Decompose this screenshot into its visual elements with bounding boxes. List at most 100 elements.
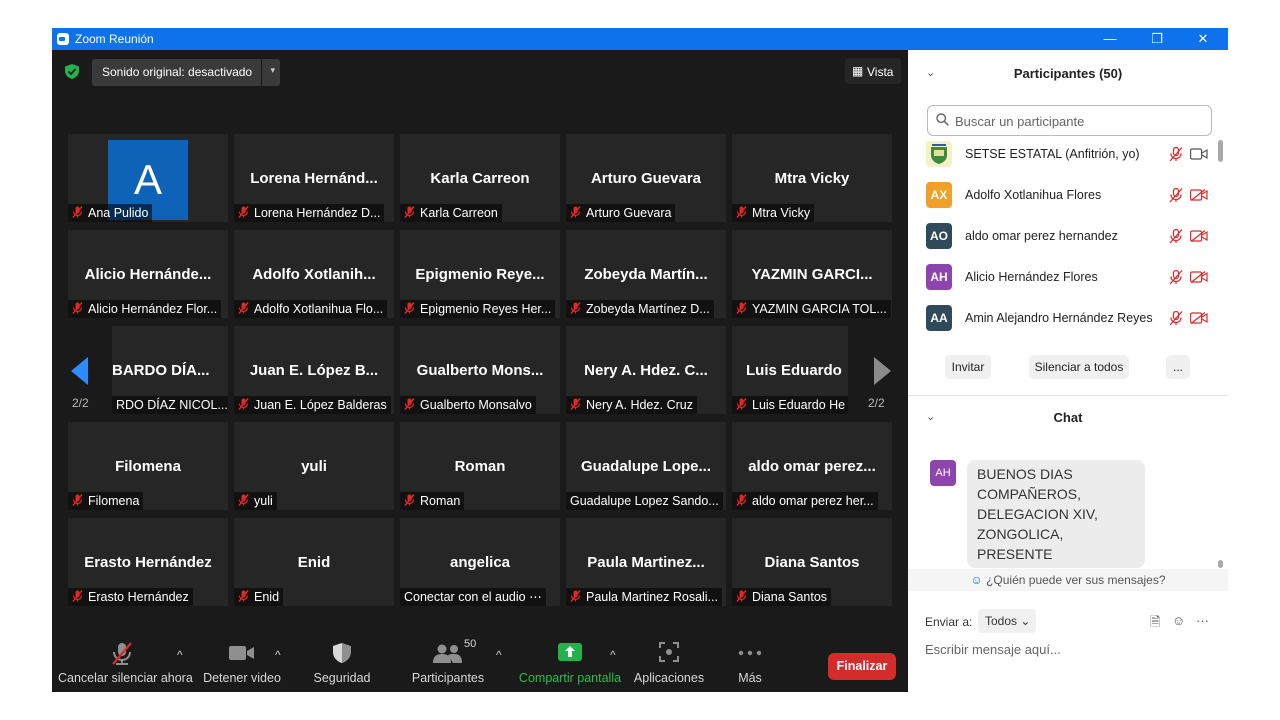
video-tile[interactable]: Luis Eduardo I Luis Eduardo He [732, 326, 848, 414]
minimize-button[interactable]: — [1095, 30, 1125, 48]
tile-display-name: Zobeyda Martín... [584, 266, 708, 283]
tile-display-name: Juan E. López B... [249, 362, 379, 379]
end-meeting-button[interactable]: Finalizar [828, 653, 896, 680]
video-tile[interactable]: Karla Carreon Karla Carreon [400, 134, 560, 222]
chat-message-input[interactable]: Escribir mensaje aquí... [925, 642, 1061, 657]
share-screen-icon [558, 643, 582, 661]
video-options-caret-icon[interactable]: ^ [275, 648, 281, 662]
tile-display-name: Nery A. Hdez. C... [584, 362, 708, 379]
video-tile[interactable]: Paula Martinez... Paula Martinez Rosali..… [566, 518, 726, 606]
video-tile[interactable]: BARDO DÍA... RDO DÍAZ NICOL... [112, 326, 228, 414]
muted-mic-icon[interactable] [1169, 310, 1183, 329]
video-tile[interactable]: A Ana Pulido [68, 134, 228, 222]
emoji-icon[interactable]: ☺ [1172, 613, 1185, 628]
video-tile[interactable]: Mtra Vicky Mtra Vicky [732, 134, 892, 222]
video-tile[interactable]: Enid Enid [234, 518, 394, 606]
participant-search-input[interactable]: Buscar un participante [927, 105, 1212, 136]
participants-more-button[interactable]: ... [1166, 355, 1190, 379]
video-tile[interactable]: Adolfo Xotlanih... Adolfo Xotlanihua Flo.… [234, 230, 394, 318]
file-attach-icon[interactable]: 🗎 [1150, 613, 1160, 635]
video-tile[interactable]: Arturo Guevara Arturo Guevara [566, 134, 726, 222]
participants-options-caret-icon[interactable]: ^ [496, 648, 502, 662]
tile-display-name: Lorena Hernánd... [250, 170, 378, 187]
participant-row[interactable]: AO aldo omar perez hernandez [924, 218, 1214, 254]
participant-row[interactable]: AX Adolfo Xotlanihua Flores [924, 177, 1214, 213]
security-label: Seguridad [313, 671, 371, 685]
share-options-caret-icon[interactable]: ^ [610, 648, 616, 662]
chat-more-icon[interactable]: ··· [1196, 613, 1209, 628]
stop-video-button[interactable]: Detener video [202, 630, 282, 692]
participant-row[interactable]: SETSE ESTATAL (Anfitrión, yo) [924, 136, 1214, 172]
muted-mic-icon[interactable] [1169, 269, 1183, 288]
share-screen-button[interactable]: Compartir pantalla [518, 630, 622, 692]
participant-row[interactable]: AA Amin Alejandro Hernández Reyes [924, 300, 1214, 336]
video-off-icon[interactable] [1190, 229, 1208, 245]
microphone-muted-icon [112, 642, 132, 665]
participant-row[interactable]: AH Alicio Hernández Flores [924, 259, 1214, 295]
unmute-button[interactable]: Cancelar silenciar ahora [58, 630, 193, 692]
video-tile[interactable]: aldo omar perez... aldo omar perez her... [732, 422, 892, 510]
invite-button[interactable]: Invitar [945, 355, 991, 379]
participant-avatar: AA [926, 305, 952, 331]
scrollbar-thumb[interactable] [1218, 140, 1223, 162]
muted-mic-icon[interactable] [1169, 146, 1183, 165]
tile-name-text: Conectar con el audio ⋯ [404, 590, 542, 604]
encryption-shield-icon[interactable] [65, 64, 79, 79]
tile-name-text: yuli [254, 494, 273, 508]
video-tile[interactable]: yuli yuli [234, 422, 394, 510]
participant-list-scrollbar[interactable] [1218, 138, 1223, 338]
audio-options-caret-icon[interactable]: ^ [177, 648, 183, 662]
tile-name-label: Gualberto Monsalvo [400, 396, 536, 414]
tile-name-label: Zobeyda Martínez D... [566, 300, 714, 318]
video-tile[interactable]: Nery A. Hdez. C... Nery A. Hdez. Cruz [566, 326, 726, 414]
video-tile[interactable]: Guadalupe Lope... Guadalupe Lopez Sando..… [566, 422, 726, 510]
video-tile[interactable]: Filomena Filomena [68, 422, 228, 510]
participants-button[interactable]: 50 Participantes [410, 630, 486, 692]
video-icon[interactable] [1190, 148, 1208, 163]
sound-options-chevron-icon[interactable]: ▾ [270, 65, 275, 76]
view-button[interactable]: ▦ Vista [845, 58, 901, 84]
video-tile[interactable]: Erasto Hernández Erasto Hernández [68, 518, 228, 606]
who-can-see-messages-link[interactable]: ☺ ¿Quién puede ver sus mensajes? [908, 569, 1228, 591]
tile-name-label: RDO DÍAZ NICOL... [112, 396, 228, 414]
video-tile[interactable]: Juan E. López B... Juan E. López Balderas [234, 326, 394, 414]
restore-button[interactable]: ❐ [1142, 30, 1172, 48]
video-tile[interactable]: Epigmenio Reye... Epigmenio Reyes Her... [400, 230, 560, 318]
next-page-arrow-icon[interactable] [870, 356, 894, 386]
video-off-icon[interactable] [1190, 188, 1208, 204]
video-tile[interactable]: angelica Conectar con el audio ⋯ [400, 518, 560, 606]
participant-avatar [926, 141, 952, 167]
scrollbar-thumb[interactable] [1218, 560, 1223, 568]
video-tile[interactable]: Roman Roman [400, 422, 560, 510]
apps-button[interactable]: Aplicaciones [632, 630, 706, 692]
video-off-icon[interactable] [1190, 311, 1208, 327]
video-tile[interactable]: Diana Santos Diana Santos [732, 518, 892, 606]
video-tile[interactable]: Alicio Hernánde... Alicio Hernández Flor.… [68, 230, 228, 318]
tile-name-label: Mtra Vicky [732, 204, 815, 222]
muted-mic-icon[interactable] [1169, 187, 1183, 206]
previous-page-arrow-icon[interactable] [68, 356, 92, 386]
participants-label: Participantes [411, 671, 485, 685]
video-off-icon[interactable] [1190, 270, 1208, 286]
video-tile[interactable]: Lorena Hernánd... Lorena Hernández D... [234, 134, 394, 222]
chat-scrollbar[interactable] [1218, 468, 1223, 568]
video-tile[interactable]: YAZMIN GARCI... YAZMIN GARCIA TOL... [732, 230, 892, 318]
video-tile[interactable]: Gualberto Mons... Gualberto Monsalvo [400, 326, 560, 414]
original-sound-toggle[interactable]: Sonido original: desactivado ▾ [92, 59, 280, 86]
security-button[interactable]: Seguridad [308, 630, 376, 692]
tile-display-name: Epigmenio Reye... [415, 266, 545, 283]
send-to-dropdown[interactable]: Todos ⌄ [978, 609, 1036, 633]
video-camera-icon [229, 646, 254, 660]
mute-all-button[interactable]: Silenciar a todos [1029, 355, 1129, 379]
muted-mic-icon[interactable] [1169, 228, 1183, 247]
more-dots-icon [738, 650, 762, 656]
more-button[interactable]: Más [728, 630, 772, 692]
share-screen-label: Compartir pantalla [518, 671, 622, 685]
video-tile[interactable]: Zobeyda Martín... Zobeyda Martínez D... [566, 230, 726, 318]
tile-name-label: aldo omar perez her... [732, 492, 878, 510]
tile-display-name: Mtra Vicky [774, 170, 850, 187]
search-placeholder: Buscar un participante [955, 114, 1085, 129]
close-button[interactable]: ✕ [1188, 30, 1218, 48]
zoom-logo-icon [57, 33, 69, 45]
tile-name-text: Enid [254, 590, 280, 604]
